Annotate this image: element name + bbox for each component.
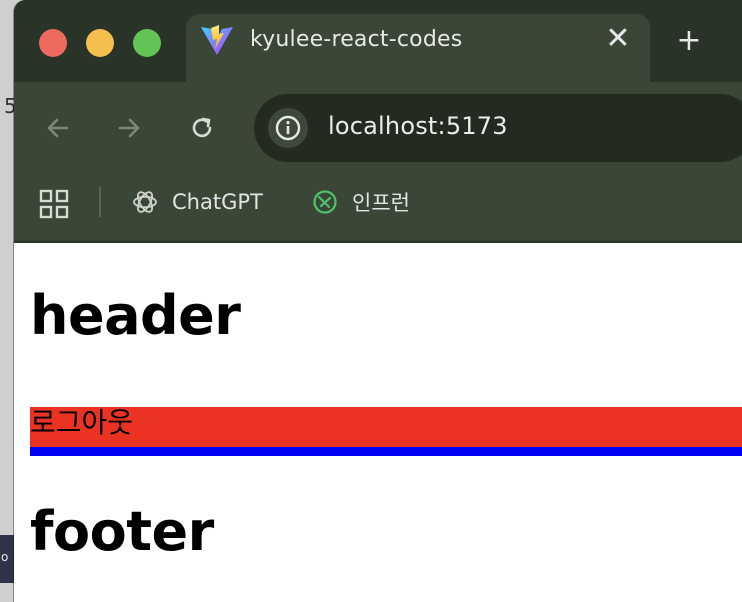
page-footer-heading: footer [30, 500, 214, 563]
site-info-button[interactable] [268, 108, 308, 148]
browser-toolbar: localhost:5173 [14, 82, 742, 174]
reload-icon [192, 117, 212, 138]
tab-strip: kyulee-react-codes ✕ + [14, 0, 742, 82]
close-window-button[interactable] [39, 29, 67, 57]
zoom-window-button[interactable] [133, 29, 161, 57]
logout-container[interactable]: 로그아웃 [30, 407, 742, 447]
openai-icon [133, 191, 157, 213]
arrow-left-icon [47, 118, 69, 138]
address-bar[interactable]: localhost:5173 [254, 94, 742, 162]
arrow-right-icon [118, 118, 140, 138]
new-tab-button[interactable]: + [672, 24, 706, 58]
minimize-window-button[interactable] [86, 29, 114, 57]
bookmark-label: 인프런 [352, 191, 410, 215]
reload-button[interactable] [184, 110, 220, 146]
inflearn-icon [313, 190, 337, 214]
apps-grid-icon[interactable] [38, 188, 70, 220]
vite-logo-icon [201, 25, 233, 55]
tab-title: kyulee-react-codes [250, 27, 463, 52]
bookmarks-divider [99, 187, 101, 217]
blue-divider-bar [30, 447, 742, 456]
desktop-bottom-fragment: o [1, 550, 9, 564]
logout-text[interactable]: 로그아웃 [30, 409, 133, 437]
bookmark-chatgpt[interactable]: ChatGPT [130, 184, 263, 220]
bookmark-inflearn[interactable]: 인프런 [310, 184, 410, 220]
page-header-heading: header [30, 284, 241, 347]
tab-active[interactable]: kyulee-react-codes ✕ [186, 14, 650, 82]
forward-button[interactable] [111, 110, 147, 146]
info-icon [275, 115, 301, 141]
tab-close-icon[interactable]: ✕ [602, 24, 634, 56]
back-button[interactable] [40, 110, 76, 146]
url-text[interactable]: localhost:5173 [328, 112, 508, 140]
bookmark-label: ChatGPT [172, 190, 263, 214]
desktop-window-edge: o [0, 535, 14, 583]
page-viewport: header 로그아웃 footer [14, 243, 742, 602]
bookmarks-bar: ChatGPT 인프런 [14, 174, 742, 242]
browser-window: kyulee-react-codes ✕ + localhost:5173 Ch… [14, 0, 742, 602]
